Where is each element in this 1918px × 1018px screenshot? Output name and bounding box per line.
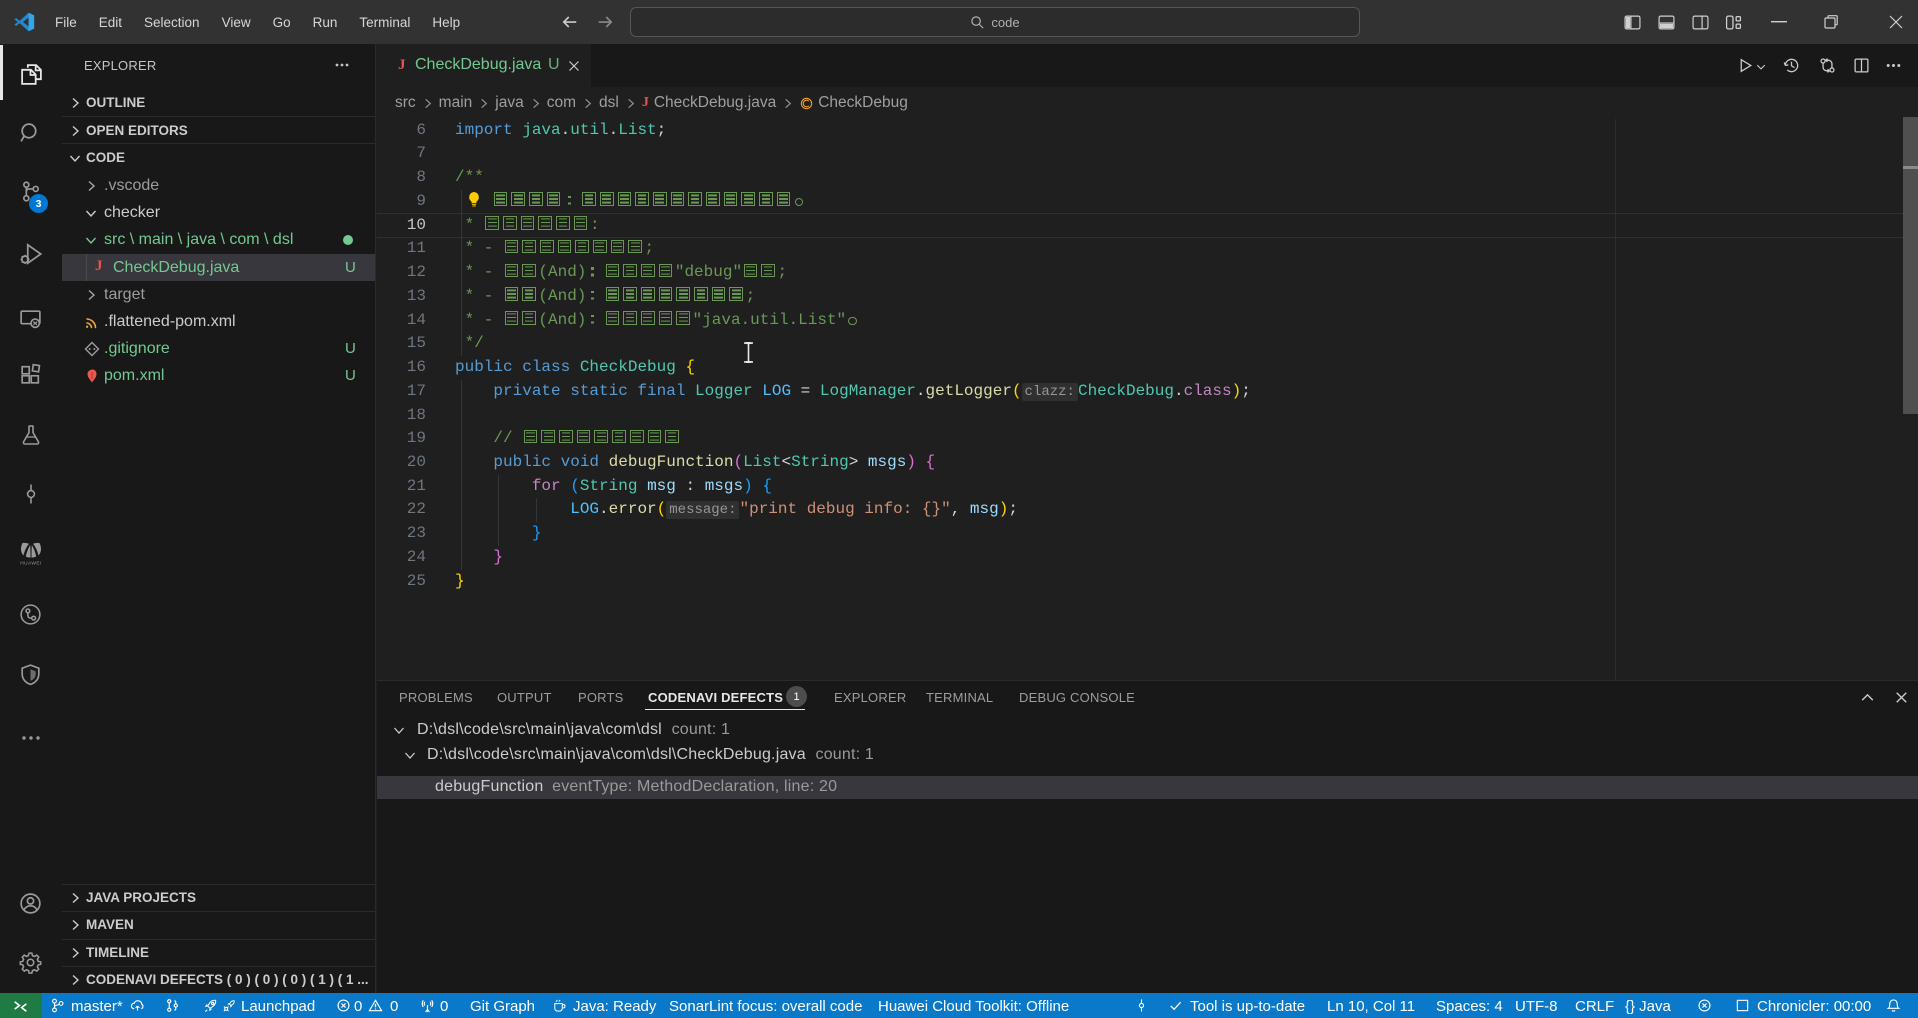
svg-text:HUAWEI: HUAWEI: [20, 561, 41, 567]
